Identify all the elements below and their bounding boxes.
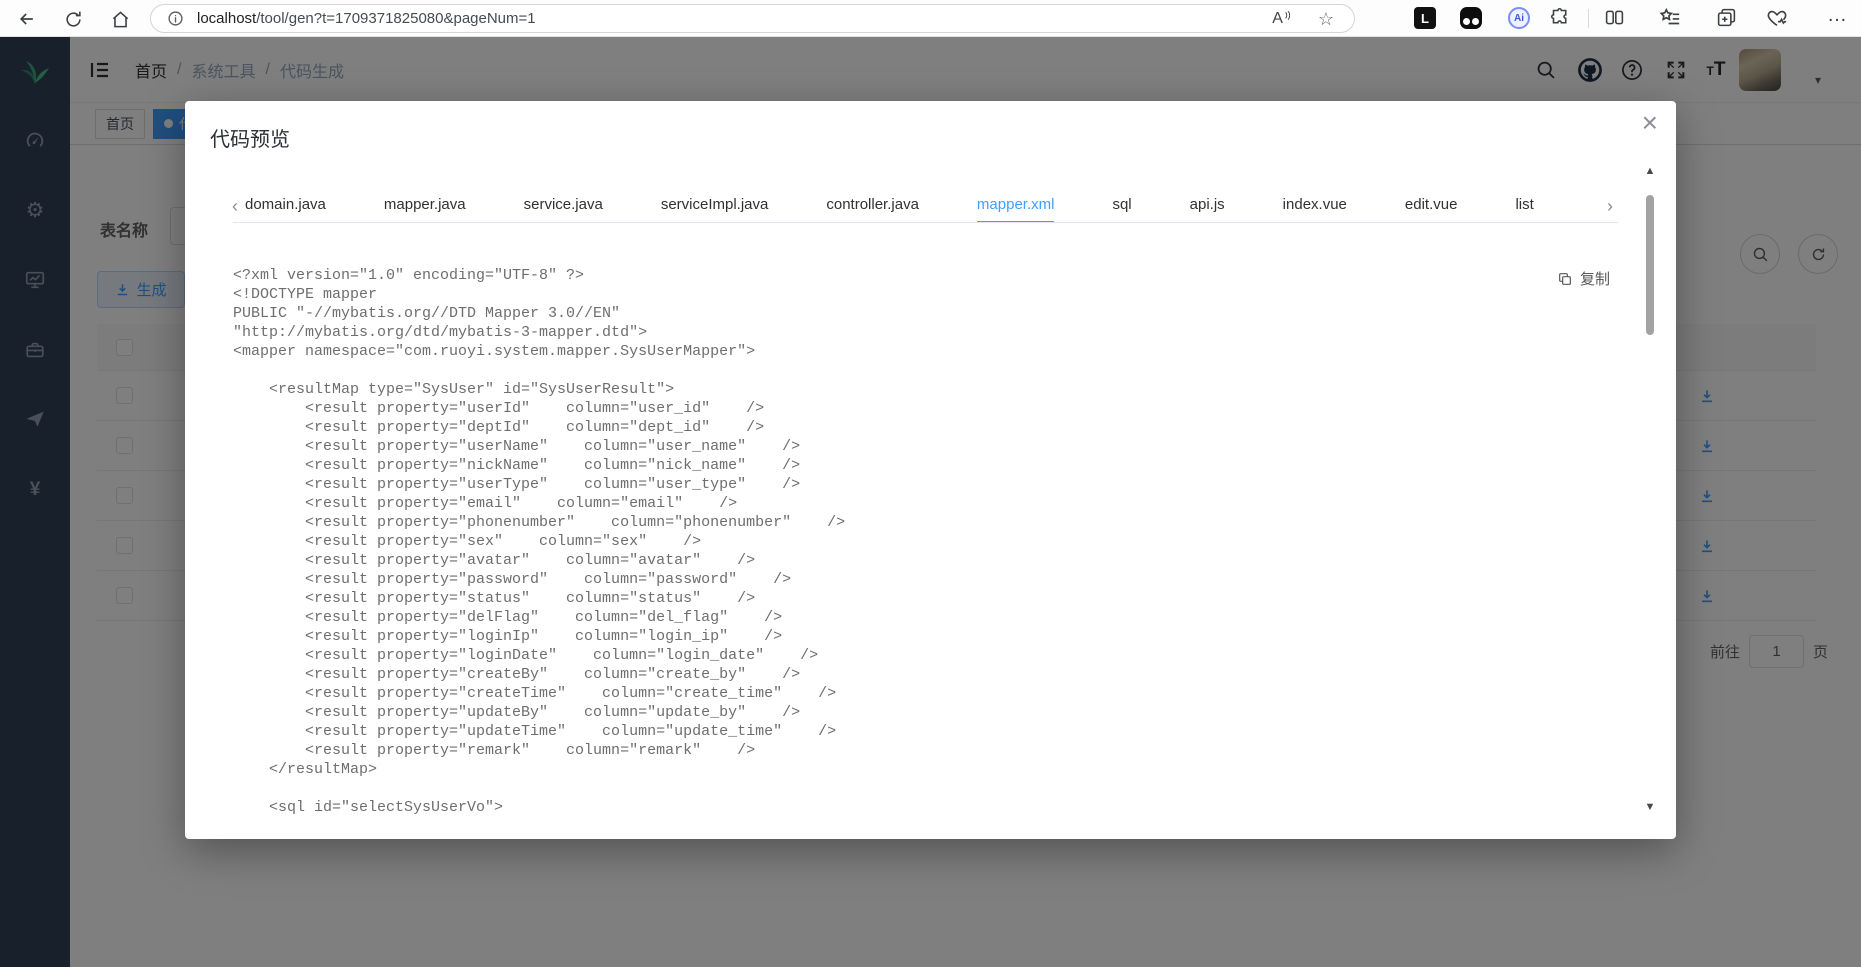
browser-home-button[interactable] bbox=[107, 6, 133, 32]
tab-list[interactable]: list bbox=[1515, 189, 1533, 223]
extension-ai-icon[interactable]: Ai bbox=[1508, 7, 1530, 29]
url-text: localhost/tool/gen?t=1709371825080&pageN… bbox=[197, 10, 536, 27]
split-screen-icon[interactable] bbox=[1604, 7, 1625, 28]
extensions-puzzle-icon[interactable] bbox=[1550, 7, 1571, 28]
refresh-icon bbox=[65, 11, 81, 27]
tab-controller.java[interactable]: controller.java bbox=[826, 189, 919, 223]
scrollbar-thumb[interactable] bbox=[1646, 195, 1654, 335]
tab-edit.vue[interactable]: edit.vue bbox=[1405, 189, 1458, 223]
tab-sql[interactable]: sql bbox=[1112, 189, 1131, 223]
tab-mapper.java[interactable]: mapper.java bbox=[384, 189, 466, 223]
close-icon[interactable]: × bbox=[1642, 109, 1658, 137]
favorite-star-icon[interactable]: ☆ bbox=[1318, 10, 1334, 28]
code-content: <?xml version="1.0" encoding="UTF-8" ?> … bbox=[233, 267, 846, 816]
file-tabs: ‹ domain.java mapper.java service.java serv… bbox=[225, 189, 1620, 223]
tab-api.js[interactable]: api.js bbox=[1190, 189, 1225, 223]
copy-button[interactable]: 复制 bbox=[1557, 268, 1610, 289]
read-aloud-icon[interactable]: A bbox=[1272, 10, 1292, 28]
browser-toolbar: localhost/tool/gen?t=1709371825080&pageN… bbox=[0, 0, 1861, 37]
tab-mapper.xml[interactable]: mapper.xml bbox=[976, 189, 1055, 223]
scroll-down-icon[interactable]: ▼ bbox=[1644, 801, 1656, 813]
tab-scroll-left-icon[interactable]: ‹ bbox=[225, 196, 245, 217]
tab-serviceImpl.java[interactable]: serviceImpl.java bbox=[661, 189, 769, 223]
tab-domain.java[interactable]: domain.java bbox=[245, 189, 326, 223]
tabs-divider bbox=[233, 222, 1618, 223]
extension-l-icon[interactable]: L bbox=[1414, 7, 1436, 29]
collections-icon[interactable] bbox=[1716, 7, 1737, 28]
browser-menu-icon[interactable]: … bbox=[1827, 4, 1848, 27]
tab-index.vue[interactable]: index.vue bbox=[1283, 189, 1347, 223]
favorites-list-icon[interactable] bbox=[1659, 7, 1681, 29]
copy-icon bbox=[1559, 272, 1571, 285]
address-bar[interactable]: localhost/tool/gen?t=1709371825080&pageN… bbox=[150, 4, 1355, 33]
toolbar-separator bbox=[1588, 9, 1589, 28]
site-info-icon[interactable] bbox=[165, 9, 185, 29]
browser-essentials-icon[interactable] bbox=[1766, 7, 1788, 29]
tab-scroll-right-icon[interactable]: › bbox=[1600, 196, 1620, 217]
scroll-up-icon[interactable]: ▲ bbox=[1644, 165, 1656, 177]
extension-mask-icon[interactable] bbox=[1460, 7, 1482, 29]
tab-list: domain.java mapper.java service.java servic… bbox=[245, 189, 1600, 223]
home-icon bbox=[112, 10, 128, 27]
tab-service.java[interactable]: service.java bbox=[524, 189, 603, 223]
browser-refresh-button[interactable] bbox=[60, 6, 86, 32]
dialog-title: 代码预览 bbox=[210, 129, 290, 151]
browser-back-button[interactable] bbox=[14, 6, 40, 32]
code-scrollbar: ▲ ▼ bbox=[1644, 165, 1656, 813]
code-preview-dialog: 代码预览 × ‹ domain.java mapper.java service.j… bbox=[185, 101, 1676, 839]
arrow-left-icon bbox=[19, 13, 33, 25]
